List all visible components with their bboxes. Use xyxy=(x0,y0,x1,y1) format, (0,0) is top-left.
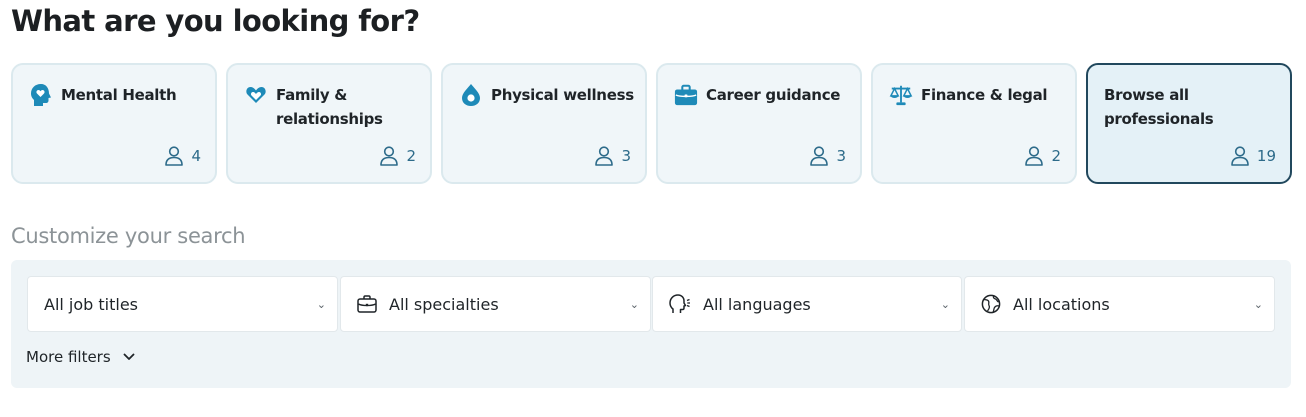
category-title: Family & relationships xyxy=(276,86,383,128)
professional-count: 2 xyxy=(1025,146,1061,166)
chevron-down-icon: ⌄ xyxy=(629,298,639,311)
professional-count: 3 xyxy=(595,146,631,166)
select-value: All languages xyxy=(703,294,811,314)
count-value: 3 xyxy=(621,147,631,165)
head-heart-icon xyxy=(29,83,53,107)
category-card-mental-health[interactable]: Mental Health 4 xyxy=(11,63,217,184)
professional-count: 4 xyxy=(165,146,201,166)
select-value: All locations xyxy=(1013,294,1110,314)
professional-count: 19 xyxy=(1231,146,1276,166)
person-icon xyxy=(1025,146,1044,166)
person-icon xyxy=(1231,146,1249,166)
person-icon xyxy=(595,146,614,166)
count-value: 2 xyxy=(406,147,416,165)
category-title: Browse all professionals xyxy=(1104,86,1214,128)
more-filters-toggle[interactable]: More filters xyxy=(26,348,135,366)
briefcase-outline-icon xyxy=(357,295,377,313)
chevron-down-icon: ⌄ xyxy=(940,298,950,311)
select-value: All job titles xyxy=(44,294,139,314)
professional-count: 3 xyxy=(810,146,846,166)
briefcase-icon xyxy=(674,83,698,107)
count-value: 19 xyxy=(1256,147,1276,165)
location-select[interactable]: All locations ⌄ xyxy=(964,276,1275,332)
more-filters-label: More filters xyxy=(26,348,111,366)
category-card-browse-all[interactable]: Browse all professionals 19 xyxy=(1086,63,1292,184)
person-icon xyxy=(810,146,829,166)
drop-icon xyxy=(459,83,483,107)
globe-icon xyxy=(981,294,1001,314)
category-cards: Mental Health 4 Family & relationships 2… xyxy=(11,63,1292,184)
language-select[interactable]: All languages ⌄ xyxy=(652,276,962,332)
section-title-customize: Customize your search xyxy=(11,224,246,248)
speaking-head-icon xyxy=(669,294,691,314)
person-icon xyxy=(380,146,399,166)
chevron-down-icon xyxy=(123,353,135,360)
search-filter-panel: All job titles ⌄ All specialties ⌄ All l… xyxy=(11,260,1291,388)
count-value: 3 xyxy=(836,147,846,165)
category-title: Career guidance xyxy=(706,86,841,104)
category-card-physical-wellness[interactable]: Physical wellness 3 xyxy=(441,63,647,184)
category-card-family-relationships[interactable]: Family & relationships 2 xyxy=(226,63,432,184)
category-card-finance-legal[interactable]: Finance & legal 2 xyxy=(871,63,1077,184)
category-card-career-guidance[interactable]: Career guidance 3 xyxy=(656,63,862,184)
person-icon xyxy=(165,146,184,166)
heart-hands-icon xyxy=(244,83,268,107)
category-title: Mental Health xyxy=(61,86,177,104)
chevron-down-icon: ⌄ xyxy=(1253,298,1263,311)
page-title: What are you looking for? xyxy=(11,4,420,38)
professional-count: 2 xyxy=(380,146,416,166)
specialty-select[interactable]: All specialties ⌄ xyxy=(340,276,651,332)
job-title-select[interactable]: All job titles ⌄ xyxy=(27,276,338,332)
category-title: Finance & legal xyxy=(921,86,1048,104)
scales-icon xyxy=(889,83,913,107)
chevron-down-icon: ⌄ xyxy=(316,298,326,311)
count-value: 4 xyxy=(191,147,201,165)
select-value: All specialties xyxy=(389,294,499,314)
category-title: Physical wellness xyxy=(491,86,634,104)
count-value: 2 xyxy=(1051,147,1061,165)
